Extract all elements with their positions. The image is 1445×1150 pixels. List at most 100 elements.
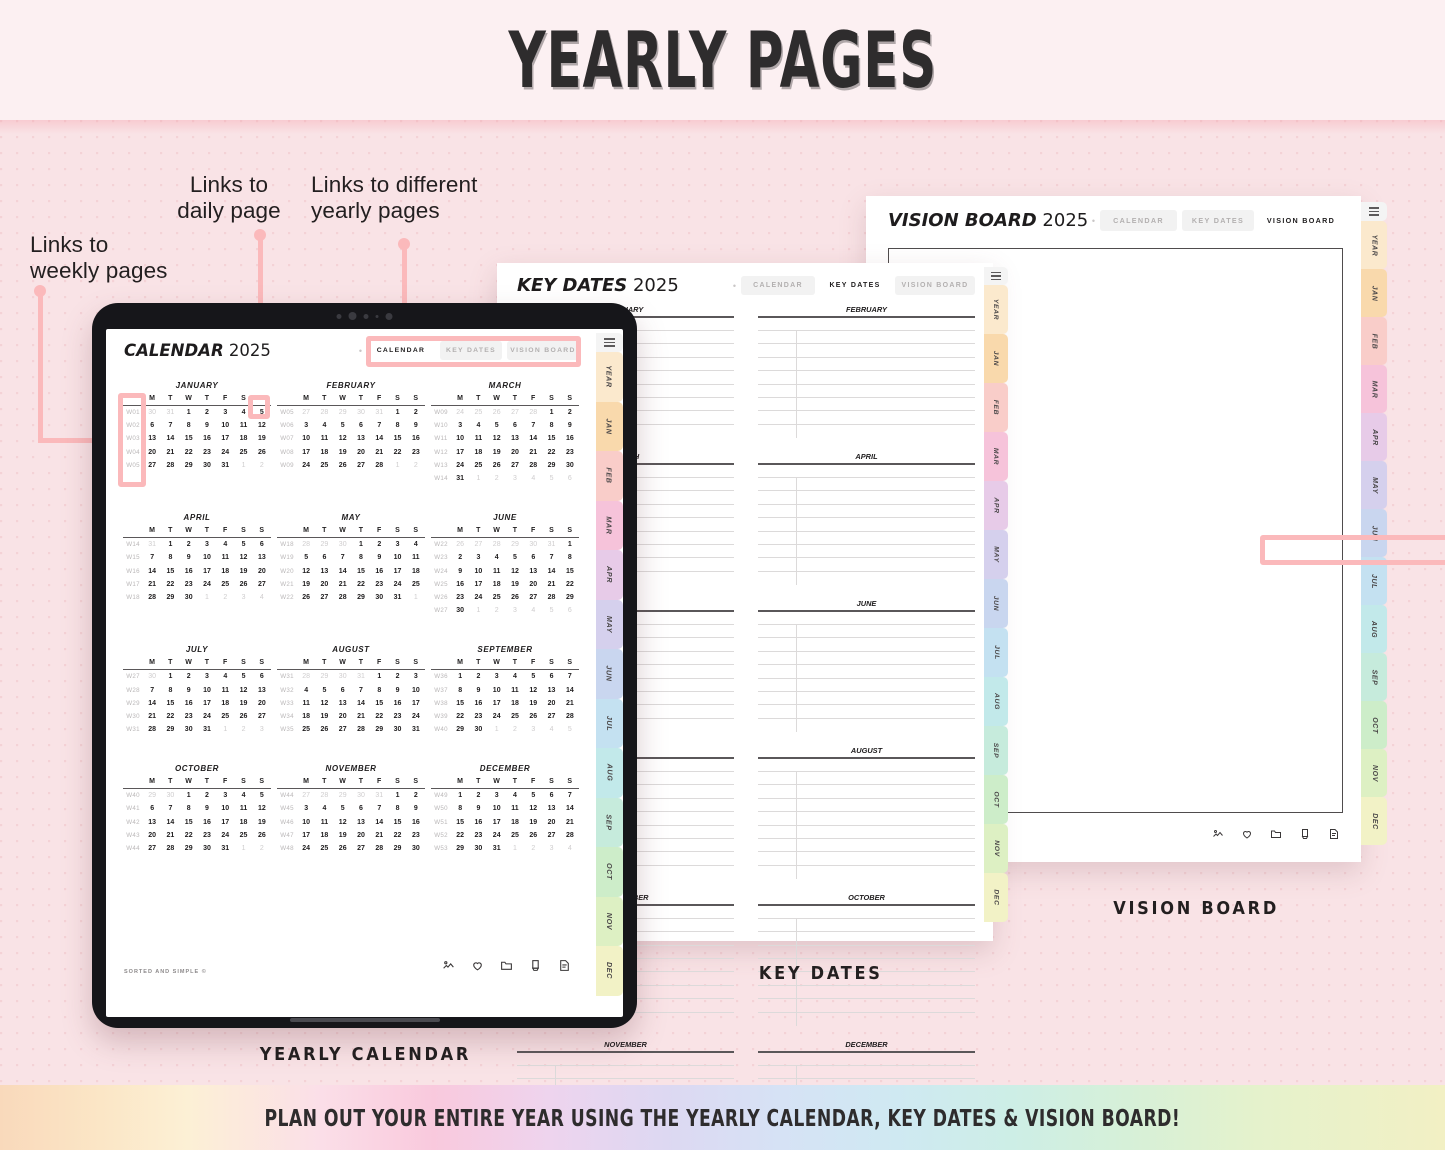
calendar-day-link[interactable]: 22	[161, 713, 179, 720]
calendar-day-link[interactable]: 21	[143, 713, 161, 720]
side-tab-menu[interactable]	[984, 267, 1008, 285]
calendar-day-link[interactable]: 29	[561, 594, 579, 601]
key-dates-lines[interactable]	[758, 329, 975, 438]
calendar-day-link[interactable]: 19	[334, 832, 352, 839]
calendar-day-link[interactable]: 20	[315, 581, 333, 588]
side-tab-dec[interactable]: DEC	[1361, 797, 1387, 845]
week-number-link[interactable]: W45	[277, 805, 297, 812]
calendar-day-link[interactable]: 15	[180, 819, 198, 826]
calendar-day-link[interactable]: 29	[334, 792, 352, 799]
calendar-day-link[interactable]: 4	[253, 594, 271, 601]
calendar-day-link[interactable]: 17	[469, 581, 487, 588]
calendar-day-link[interactable]: 31	[488, 845, 506, 852]
calendar-day-link[interactable]: 22	[388, 832, 406, 839]
calendar-day-link[interactable]: 2	[253, 462, 271, 469]
calendar-day-link[interactable]: 22	[542, 449, 560, 456]
calendar-day-link[interactable]: 24	[198, 713, 216, 720]
calendar-day-link[interactable]: 29	[370, 726, 388, 733]
calendar-day-link[interactable]: 4	[315, 422, 333, 429]
calendar-day-link[interactable]: 29	[334, 409, 352, 416]
highlighter-icon[interactable]	[1299, 828, 1311, 840]
calendar-day-link[interactable]: 7	[370, 422, 388, 429]
calendar-day-link[interactable]: 18	[216, 700, 234, 707]
calendar-day-link[interactable]: 8	[180, 805, 198, 812]
calendar-day-link[interactable]: 18	[488, 581, 506, 588]
calendar-day-link[interactable]: 27	[506, 409, 524, 416]
calendar-day-link[interactable]: 13	[253, 687, 271, 694]
calendar-day-link[interactable]: 2	[524, 845, 542, 852]
calendar-day-link[interactable]: 4	[216, 541, 234, 548]
calendar-day-link[interactable]: 5	[253, 792, 271, 799]
calendar-day-link[interactable]: 7	[524, 422, 542, 429]
week-number-link[interactable]: W11	[431, 435, 451, 442]
calendar-day-link[interactable]: 5	[297, 554, 315, 561]
calendar-day-link[interactable]: 4	[524, 475, 542, 482]
calendar-day-link[interactable]: 23	[561, 449, 579, 456]
calendar-day-link[interactable]: 17	[198, 568, 216, 575]
calendar-day-link[interactable]: 27	[253, 713, 271, 720]
week-number-link[interactable]: W33	[277, 700, 297, 707]
calendar-day-link[interactable]: 29	[451, 726, 469, 733]
nav-pill-calendar[interactable]: CALENDAR	[741, 276, 815, 295]
calendar-day-link[interactable]: 16	[451, 581, 469, 588]
calendar-day-link[interactable]: 14	[143, 700, 161, 707]
calendar-day-link[interactable]: 21	[161, 449, 179, 456]
calendar-day-link[interactable]: 3	[407, 673, 425, 680]
note-icon[interactable]	[1328, 828, 1340, 840]
week-number-link[interactable]: W41	[123, 805, 143, 812]
calendar-day-link[interactable]: 25	[315, 845, 333, 852]
calendar-day-link[interactable]: 12	[253, 422, 271, 429]
calendar-day-link[interactable]: 30	[143, 673, 161, 680]
week-number-link[interactable]: W09	[431, 409, 451, 416]
calendar-day-link[interactable]: 20	[352, 449, 370, 456]
calendar-day-link[interactable]: 1	[352, 541, 370, 548]
calendar-day-link[interactable]: 31	[542, 541, 560, 548]
calendar-day-link[interactable]: 11	[234, 422, 252, 429]
calendar-day-link[interactable]: 7	[334, 554, 352, 561]
heart-icon[interactable]	[1241, 828, 1253, 840]
calendar-day-link[interactable]: 1	[469, 607, 487, 614]
calendar-day-link[interactable]: 23	[198, 832, 216, 839]
calendar-day-link[interactable]: 22	[451, 713, 469, 720]
week-number-link[interactable]: W40	[431, 726, 451, 733]
calendar-day-link[interactable]: 14	[524, 435, 542, 442]
calendar-day-link[interactable]: 16	[180, 568, 198, 575]
calendar-day-link[interactable]: 4	[469, 422, 487, 429]
key-dates-lines[interactable]	[758, 623, 975, 732]
calendar-day-link[interactable]: 29	[161, 726, 179, 733]
side-tab-may[interactable]: MAY	[984, 530, 1008, 579]
week-number-link[interactable]: W51	[431, 819, 451, 826]
calendar-day-link[interactable]: 1	[234, 845, 252, 852]
calendar-day-link[interactable]: 4	[524, 607, 542, 614]
calendar-day-link[interactable]: 9	[370, 554, 388, 561]
calendar-day-link[interactable]: 28	[561, 832, 579, 839]
calendar-day-link[interactable]: 19	[234, 568, 252, 575]
side-tab-aug[interactable]: AUG	[596, 748, 623, 798]
calendar-day-link[interactable]: 16	[198, 819, 216, 826]
calendar-day-link[interactable]: 2	[469, 792, 487, 799]
calendar-day-link[interactable]: 20	[542, 700, 560, 707]
calendar-day-link[interactable]: 15	[370, 700, 388, 707]
calendar-day-link[interactable]: 9	[198, 805, 216, 812]
side-tab-jul[interactable]: JUL	[984, 628, 1008, 677]
calendar-day-link[interactable]: 6	[561, 475, 579, 482]
calendar-day-link[interactable]: 29	[161, 594, 179, 601]
side-tab-nov[interactable]: NOV	[1361, 749, 1387, 797]
calendar-day-link[interactable]: 1	[488, 726, 506, 733]
calendar-day-link[interactable]: 29	[180, 462, 198, 469]
calendar-day-link[interactable]: 21	[352, 713, 370, 720]
calendar-day-link[interactable]: 1	[542, 409, 560, 416]
calendar-day-link[interactable]: 1	[388, 462, 406, 469]
week-number-link[interactable]: W27	[431, 607, 451, 614]
calendar-day-link[interactable]: 23	[180, 581, 198, 588]
calendar-day-link[interactable]: 14	[542, 568, 560, 575]
calendar-day-link[interactable]: 10	[198, 554, 216, 561]
calendar-day-link[interactable]: 22	[352, 581, 370, 588]
calendar-day-link[interactable]: 17	[216, 435, 234, 442]
side-tab-year[interactable]: YEAR	[596, 352, 623, 402]
calendar-day-link[interactable]: 10	[198, 687, 216, 694]
calendar-day-link[interactable]: 18	[315, 832, 333, 839]
calendar-day-link[interactable]: 30	[469, 726, 487, 733]
week-number-link[interactable]: W28	[123, 687, 143, 694]
calendar-day-link[interactable]: 31	[143, 541, 161, 548]
